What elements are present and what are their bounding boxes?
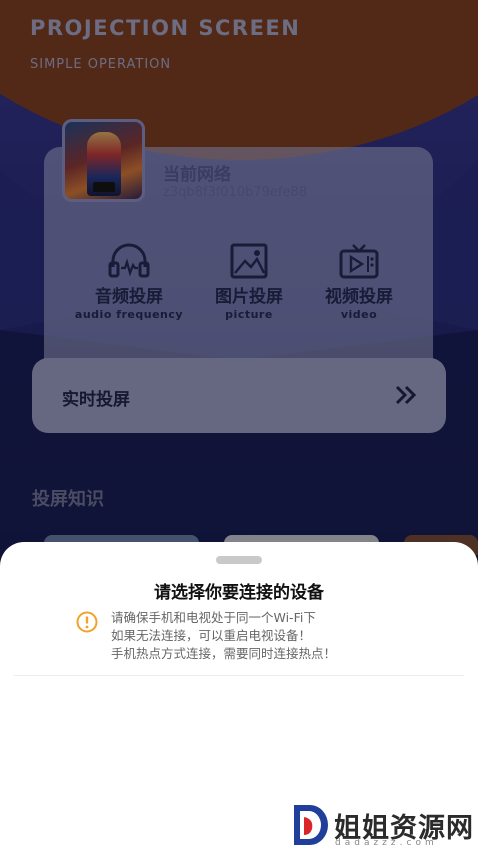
sheet-title: 请选择你要连接的设备 [154, 583, 324, 603]
watermark-logo-icon [294, 805, 328, 845]
notice-line: 手机热点方式连接，需要同时连接热点！ [111, 646, 337, 661]
notice-line: 请确保手机和电视处于同一个Wi-Fi下 [111, 610, 316, 625]
connection-notice: 请确保手机和电视处于同一个Wi-Fi下 如果无法连接，可以重启电视设备！ 手机热… [111, 609, 336, 663]
divider [14, 675, 464, 676]
sheet-drag-handle[interactable] [216, 556, 262, 564]
notice-line: 如果无法连接，可以重启电视设备！ [111, 628, 312, 643]
warning-circle-icon [76, 611, 98, 633]
device-select-sheet: 请选择你要连接的设备 请确保手机和电视处于同一个Wi-Fi下 如果无法连接，可以… [0, 542, 478, 850]
watermark-domain: dadazzz.com [335, 838, 438, 848]
